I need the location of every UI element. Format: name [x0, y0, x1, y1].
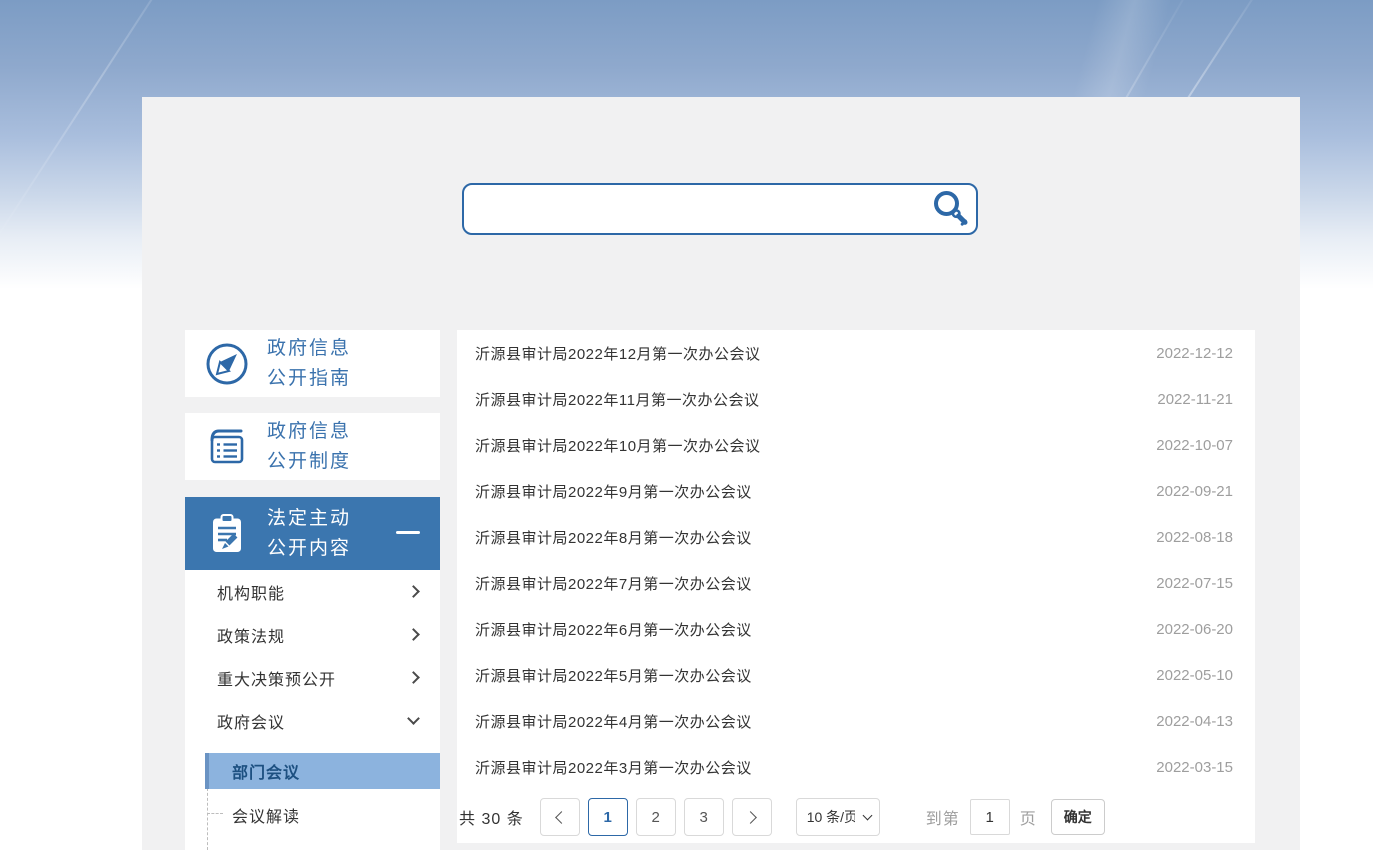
page-button-2[interactable]: 2: [636, 798, 676, 836]
chevron-right-icon: [744, 811, 757, 824]
menu-label: 机构职能: [217, 580, 285, 604]
chevron-left-icon: [555, 811, 568, 824]
list-item-date: 2022-11-21: [1157, 391, 1233, 408]
minus-icon: [396, 531, 420, 534]
list-item-date: 2022-03-15: [1156, 759, 1233, 776]
goto-page-label: 到第: [926, 805, 960, 829]
sidebar-card-info-guide[interactable]: 政府信息 公开指南: [185, 330, 440, 397]
list-item[interactable]: 沂源县审计局2022年7月第一次办公会议 2022-07-15: [457, 560, 1255, 606]
sidebar-card-label: 法定主动: [267, 504, 351, 534]
menu-label: 重大决策预公开: [217, 666, 336, 690]
list-item-date: 2022-06-20: [1156, 621, 1233, 638]
list-item[interactable]: 沂源县审计局2022年6月第一次办公会议 2022-06-20: [457, 606, 1255, 652]
sidebar-card-label: 公开制度: [267, 447, 351, 477]
list-item[interactable]: 沂源县审计局2022年9月第一次办公会议 2022-09-21: [457, 468, 1255, 514]
total-count-label: 共 30 条: [459, 805, 524, 829]
submenu-label: 会议解读: [232, 803, 300, 827]
list-item-date: 2022-07-15: [1156, 575, 1233, 592]
chevron-down-icon: [407, 712, 420, 725]
list-item-title[interactable]: 沂源县审计局2022年6月第一次办公会议: [475, 619, 752, 640]
list-item-date: 2022-10-07: [1156, 437, 1233, 454]
book-icon: [203, 423, 251, 471]
sidebar-card-legal-disclosure[interactable]: 法定主动 公开内容: [185, 497, 440, 570]
meeting-list-panel: 沂源县审计局2022年12月第一次办公会议 2022-12-12 沂源县审计局2…: [457, 330, 1255, 843]
list-item-title[interactable]: 沂源县审计局2022年9月第一次办公会议: [475, 481, 752, 502]
confirm-button[interactable]: 确定: [1051, 799, 1105, 835]
sidebar-item-gov-meetings[interactable]: 政府会议: [185, 699, 440, 742]
menu-label: 政策法规: [217, 623, 285, 647]
sidebar-card-label: 政府信息: [267, 334, 351, 364]
submenu-item-meeting-interpretation[interactable]: 会议解读: [185, 796, 440, 834]
chevron-right-icon: [407, 671, 420, 684]
list-item-date: 2022-12-12: [1156, 345, 1233, 362]
sidebar-card-label: 政府信息: [267, 417, 351, 447]
list-item[interactable]: 沂源县审计局2022年4月第一次办公会议 2022-04-13: [457, 698, 1255, 744]
submenu-label: 部门会议: [232, 759, 300, 783]
search-box: [462, 183, 978, 235]
list-item-title[interactable]: 沂源县审计局2022年10月第一次办公会议: [475, 435, 761, 456]
sidebar-item-major-decisions[interactable]: 重大决策预公开: [185, 656, 440, 699]
list-item-title[interactable]: 沂源县审计局2022年3月第一次办公会议: [475, 757, 752, 778]
list-item[interactable]: 沂源县审计局2022年3月第一次办公会议 2022-03-15: [457, 744, 1255, 790]
clipboard-pencil-icon: [203, 510, 251, 558]
page-button-3[interactable]: 3: [684, 798, 724, 836]
list-item[interactable]: 沂源县审计局2022年10月第一次办公会议 2022-10-07: [457, 422, 1255, 468]
compass-icon: [203, 340, 251, 388]
sidebar-item-policies[interactable]: 政策法规: [185, 613, 440, 656]
list-item-title[interactable]: 沂源县审计局2022年5月第一次办公会议: [475, 665, 752, 686]
sidebar-submenu: 机构职能 政策法规 重大决策预公开 政府会议 部: [185, 570, 440, 850]
list-item-title[interactable]: 沂源县审计局2022年12月第一次办公会议: [475, 343, 761, 364]
search-input[interactable]: [462, 183, 978, 235]
list-item[interactable]: 沂源县审计局2022年11月第一次办公会议 2022-11-21: [457, 376, 1255, 422]
search-button[interactable]: [930, 189, 970, 229]
content-container: 政府信息 公开指南 政府信息 公开制度: [142, 97, 1300, 850]
list-item[interactable]: 沂源县审计局2022年12月第一次办公会议 2022-12-12: [457, 330, 1255, 376]
list-item-title[interactable]: 沂源县审计局2022年7月第一次办公会议: [475, 573, 752, 594]
list-item-date: 2022-04-13: [1156, 713, 1233, 730]
sidebar-item-organization[interactable]: 机构职能: [185, 570, 440, 613]
list-item-date: 2022-09-21: [1156, 483, 1233, 500]
goto-page-unit: 页: [1020, 805, 1037, 829]
pagination-bar: 共 30 条 1 2 3 10 条/页 到第 页: [457, 798, 1255, 836]
list-item-date: 2022-08-18: [1156, 529, 1233, 546]
search-magnifier-icon: [930, 189, 970, 229]
list-item[interactable]: 沂源县审计局2022年8月第一次办公会议 2022-08-18: [457, 514, 1255, 560]
sidebar-card-label: 公开指南: [267, 364, 351, 394]
page-size-select-wrap: 10 条/页: [796, 798, 880, 836]
submenu-item-department-meetings[interactable]: 部门会议: [205, 753, 440, 789]
sidebar-card-info-system[interactable]: 政府信息 公开制度: [185, 413, 440, 480]
page: 政府信息 公开指南 政府信息 公开制度: [0, 0, 1373, 850]
chevron-right-icon: [407, 585, 420, 598]
list-item[interactable]: 沂源县审计局2022年5月第一次办公会议 2022-05-10: [457, 652, 1255, 698]
goto-page-input[interactable]: [970, 799, 1010, 835]
prev-page-button[interactable]: [540, 798, 580, 836]
list-item-title[interactable]: 沂源县审计局2022年4月第一次办公会议: [475, 711, 752, 732]
list-item-title[interactable]: 沂源县审计局2022年11月第一次办公会议: [475, 389, 759, 410]
list-item-date: 2022-05-10: [1156, 667, 1233, 684]
page-size-select[interactable]: 10 条/页: [796, 798, 880, 836]
next-page-button[interactable]: [732, 798, 772, 836]
list-item-title[interactable]: 沂源县审计局2022年8月第一次办公会议: [475, 527, 752, 548]
menu-label: 政府会议: [217, 709, 285, 733]
page-button-1[interactable]: 1: [588, 798, 628, 836]
sidebar-card-label: 公开内容: [267, 534, 351, 564]
chevron-right-icon: [407, 628, 420, 641]
